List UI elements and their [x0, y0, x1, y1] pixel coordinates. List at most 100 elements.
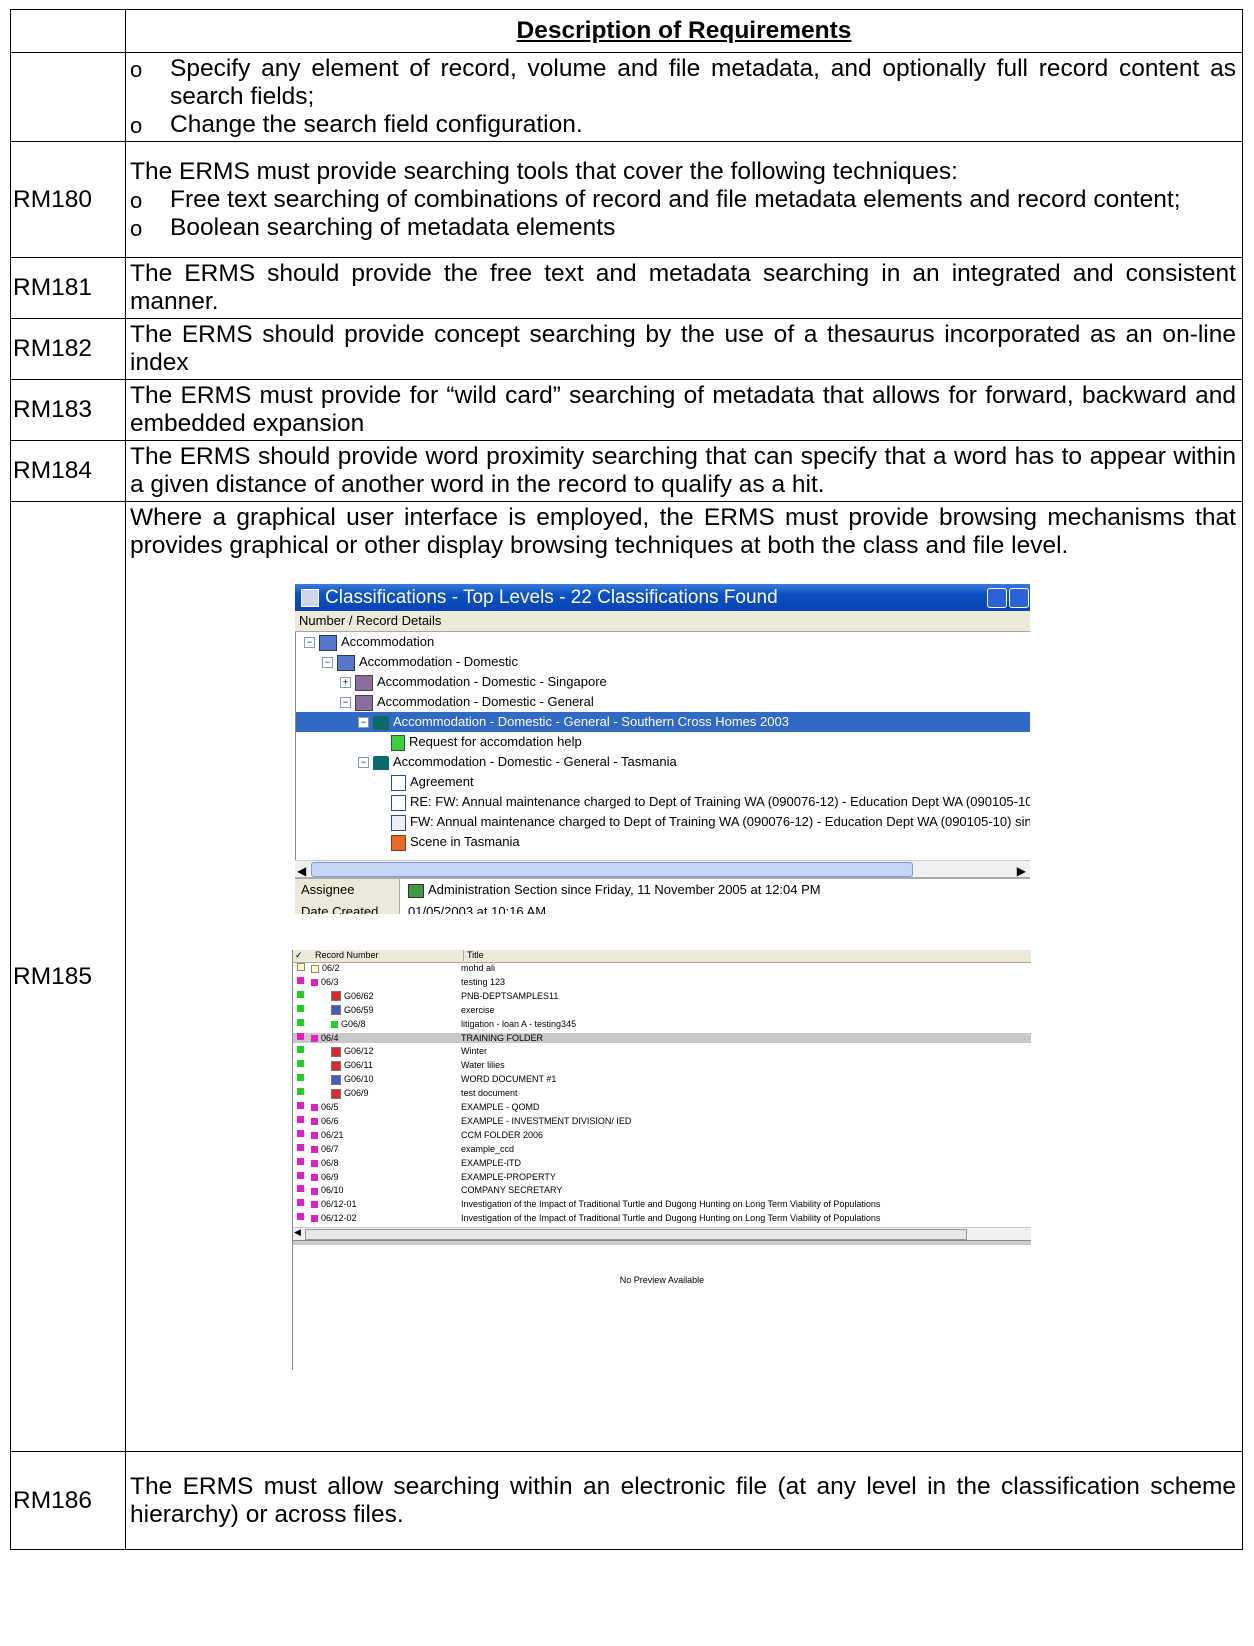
record-title: Winter	[461, 1046, 488, 1057]
table-row[interactable]: 06/4 TRAINING FOLDER	[293, 1032, 1031, 1044]
bullet-text: Boolean searching of metadata elements	[170, 213, 616, 241]
tree-item[interactable]: − Accommodation - Domestic - General - Ta…	[296, 752, 1030, 772]
table-row[interactable]: 06/10 COMPANY SECRETARY	[293, 1185, 1031, 1196]
email-icon	[391, 814, 406, 831]
maximize-button[interactable]	[1009, 588, 1029, 608]
table-row: RM181 The ERMS should provide the free t…	[10, 257, 1243, 319]
tree-item-selected[interactable]: − Accommodation - Domestic - General - So…	[296, 712, 1030, 732]
table-row[interactable]: G06/10 WORD DOCUMENT #1	[293, 1074, 1031, 1085]
tree-item[interactable]: + Accommodation - Domestic - Singapore	[296, 672, 1030, 692]
table-header-row: Description of Requirements	[10, 9, 1243, 53]
column-record-number[interactable]: Record Number	[315, 950, 379, 961]
tree-item[interactable]: RE: FW: Annual maintenance charged to De…	[296, 792, 1030, 812]
record-number: G06/9	[344, 1088, 369, 1099]
record-title: PNB-DEPTSAMPLES11	[461, 990, 559, 1001]
tree-item[interactable]: FW: Annual maintenance charged to Dept o…	[296, 812, 1030, 832]
horizontal-scrollbar[interactable]: ◀ ▶	[295, 860, 1030, 878]
tree-item[interactable]: Agreement	[296, 772, 1030, 792]
table-row[interactable]: G06/59 exercise	[293, 1004, 1031, 1016]
table-row[interactable]: 06/9 EXAMPLE-PROPERTY	[293, 1171, 1031, 1183]
status-square-icon	[297, 1115, 304, 1123]
folder-icon	[311, 1215, 318, 1223]
record-number: G06/59	[344, 1004, 374, 1015]
row-intro-text: The ERMS must provide searching tools th…	[130, 157, 958, 185]
properties-panel: Assignee Administration Section since Fri…	[295, 877, 1030, 914]
property-row: Date Created 01/05/2003 at 10:16 AM	[295, 901, 1030, 914]
table-row[interactable]: 06/12-01 Investigation of the Impact of T…	[293, 1199, 1031, 1210]
status-square-icon	[297, 1060, 304, 1068]
table-row[interactable]: 06/8 EXAMPLE-ITD	[293, 1157, 1031, 1169]
folder-icon	[373, 755, 389, 770]
pdf-icon	[331, 1047, 341, 1058]
table-row[interactable]: G06/11 Water lilies	[293, 1060, 1031, 1071]
records-list[interactable]: 06/2 mohd ali 06/3 testing 123 G06/62 PNB-DEP…	[293, 963, 1031, 1227]
record-title: EXAMPLE - INVESTMENT DIVISION/ IED	[461, 1115, 632, 1126]
table-row[interactable]: 06/12-02 Investigation of the Impact of T…	[293, 1213, 1031, 1224]
description-cell: The ERMS must provide for “wild card” se…	[125, 379, 1243, 441]
minimize-button[interactable]	[987, 588, 1007, 608]
folder-icon	[311, 1145, 318, 1153]
horizontal-scrollbar[interactable]: ◀	[293, 1227, 1031, 1241]
status-square-icon	[297, 1032, 304, 1040]
scroll-right-icon[interactable]: ▶	[1017, 861, 1026, 881]
table-row[interactable]: 06/21 CCM FOLDER 2006	[293, 1129, 1031, 1141]
record-title: WORD DOCUMENT #1	[461, 1074, 557, 1085]
table-row[interactable]: 06/3 testing 123	[293, 976, 1031, 988]
tree-item-label: Accommodation - Domestic	[359, 654, 518, 669]
record-number: 06/12-02	[321, 1213, 357, 1224]
collapse-icon[interactable]: −	[358, 757, 369, 769]
scrollbar-thumb[interactable]	[311, 862, 913, 877]
header-id-cell	[10, 9, 126, 53]
bullet-item: o Specify any element of record, volume a…	[130, 55, 1236, 111]
folder-icon	[311, 1201, 318, 1209]
tree-item[interactable]: − Accommodation - Domestic - General	[296, 692, 1030, 712]
property-key: Assignee	[295, 879, 400, 901]
document-icon	[331, 1020, 338, 1028]
table-row[interactable]: 06/7 example_ccd	[293, 1143, 1031, 1155]
preview-pane: No Preview Available	[293, 1241, 1031, 1370]
property-row: Assignee Administration Section since Fri…	[295, 879, 1030, 901]
expand-icon[interactable]: +	[340, 677, 351, 689]
book-icon	[355, 694, 373, 711]
collapse-icon[interactable]: −	[358, 717, 369, 729]
tree-item[interactable]: Request for accomdation help	[296, 732, 1030, 752]
window-titlebar: Classifications - Top Levels - 22 Classi…	[295, 584, 1030, 611]
record-title: example_ccd	[461, 1143, 515, 1154]
record-title: Water lilies	[461, 1060, 505, 1071]
record-number-cell: 06/7	[311, 1144, 339, 1155]
record-title: EXAMPLE-PROPERTY	[461, 1171, 556, 1182]
table-row[interactable]: 06/5 EXAMPLE - QOMD	[293, 1102, 1031, 1113]
book-icon	[355, 674, 373, 691]
record-title: TRAINING FOLDER	[461, 1032, 544, 1043]
scrollbar-thumb[interactable]	[305, 1229, 967, 1240]
tree-item[interactable]: − Accommodation - Domestic	[296, 652, 1030, 672]
table-row[interactable]: 06/6 EXAMPLE - INVESTMENT DIVISION/ IED	[293, 1115, 1031, 1127]
scroll-left-icon[interactable]: ◀	[297, 861, 306, 881]
tree-item[interactable]: − Accommodation	[296, 632, 1030, 652]
table-row[interactable]: G06/9 test document	[293, 1088, 1031, 1099]
scroll-left-icon[interactable]: ◀	[294, 1227, 301, 1238]
status-square-icon	[297, 1088, 304, 1096]
table-row[interactable]: 06/2 mohd ali	[293, 963, 1031, 974]
table-row[interactable]: G06/12 Winter	[293, 1046, 1031, 1058]
tree-item[interactable]: Scene in Tasmania	[296, 832, 1030, 852]
record-number: G06/12	[344, 1046, 374, 1057]
checkmark-icon[interactable]: ✓	[295, 950, 303, 961]
table-row: RM180 The ERMS must provide searching to…	[10, 141, 1243, 258]
folder-icon	[311, 1187, 318, 1195]
tree-item-label: Accommodation - Domestic - General - Tas…	[393, 754, 677, 769]
table-row[interactable]: G06/8 litigation - loan A - testing345	[293, 1018, 1031, 1030]
classification-tree[interactable]: − Accommodation − Accommodation - Domestic…	[295, 632, 1030, 860]
column-header[interactable]: Number / Record Details	[295, 611, 1030, 632]
collapse-icon[interactable]: −	[340, 697, 351, 709]
column-title[interactable]: Title	[463, 950, 484, 961]
table-row[interactable]: G06/62 PNB-DEPTSAMPLES11	[293, 990, 1031, 1002]
description-cell: o Specify any element of record, volume a…	[125, 52, 1243, 142]
bullet-glyph: o	[130, 187, 143, 213]
collapse-icon[interactable]: −	[322, 657, 333, 669]
classifications-screenshot: Classifications - Top Levels - 22 Classi…	[295, 584, 1030, 914]
pdf-icon	[331, 991, 341, 1002]
record-title: test document	[461, 1088, 518, 1099]
status-square-icon	[297, 1018, 304, 1026]
collapse-icon[interactable]: −	[304, 637, 315, 649]
